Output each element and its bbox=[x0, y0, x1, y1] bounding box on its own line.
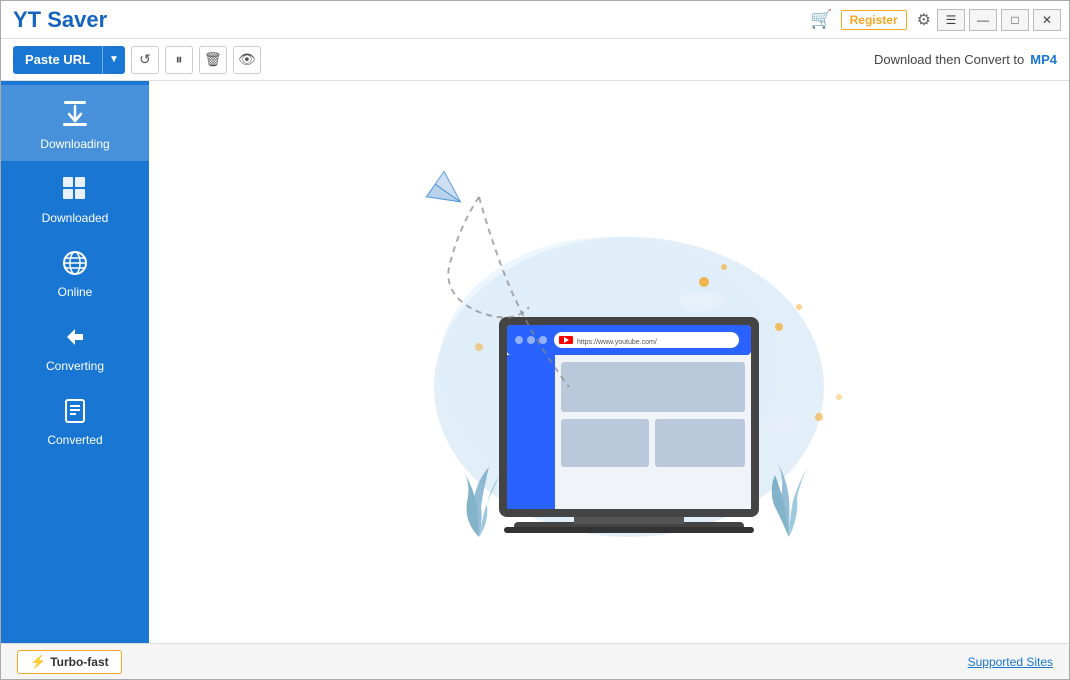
hamburger-button[interactable]: ☰ bbox=[937, 9, 965, 31]
maximize-button[interactable]: □ bbox=[1001, 9, 1029, 31]
converted-icon bbox=[61, 397, 89, 429]
title-bar-left: YT Saver bbox=[9, 7, 107, 33]
refresh-button[interactable]: ↺ bbox=[131, 46, 159, 74]
illustration: https://www.youtube.com/ bbox=[349, 147, 869, 577]
sidebar-label-converted: Converted bbox=[47, 433, 102, 447]
sidebar-item-converting[interactable]: Converting bbox=[1, 309, 149, 383]
content-area: https://www.youtube.com/ bbox=[149, 81, 1069, 643]
sidebar-item-downloading[interactable]: Downloading bbox=[1, 85, 149, 161]
bottom-bar: ⚡ Turbo-fast Supported Sites bbox=[1, 643, 1069, 679]
paste-url-label: Paste URL bbox=[13, 46, 103, 74]
title-bar: YT Saver 🛒 Register ⚙ ☰ — □ ✕ bbox=[1, 1, 1069, 39]
settings-button[interactable]: ⚙ bbox=[917, 10, 931, 30]
converting-icon bbox=[61, 323, 89, 355]
toolbar-right: Download then Convert to MP4 bbox=[874, 52, 1057, 67]
sidebar-label-downloaded: Downloaded bbox=[42, 211, 109, 225]
paste-url-dropdown-arrow: ▼ bbox=[103, 46, 125, 74]
app-title: YT Saver bbox=[9, 7, 107, 33]
title-bar-right: 🛒 Register ⚙ ☰ — □ ✕ bbox=[810, 9, 1061, 31]
sidebar-label-converting: Converting bbox=[46, 359, 104, 373]
mp4-format-link[interactable]: MP4 bbox=[1030, 52, 1057, 67]
minimize-button[interactable]: — bbox=[969, 9, 997, 31]
paste-url-button[interactable]: Paste URL ▼ bbox=[13, 46, 125, 74]
cart-button[interactable]: 🛒 bbox=[810, 9, 832, 30]
sidebar: Downloading Downloaded bbox=[1, 81, 149, 643]
app-window: YT Saver 🛒 Register ⚙ ☰ — □ ✕ Paste URL … bbox=[0, 0, 1070, 680]
sidebar-label-downloading: Downloading bbox=[40, 137, 109, 151]
supported-sites-link[interactable]: Supported Sites bbox=[968, 655, 1053, 669]
register-button[interactable]: Register bbox=[841, 10, 907, 30]
toolbar: Paste URL ▼ ↺ ⏸ 🗑 👁 Download then Conver… bbox=[1, 39, 1069, 81]
online-icon bbox=[61, 249, 89, 281]
sidebar-item-converted[interactable]: Converted bbox=[1, 383, 149, 457]
main-layout: Downloading Downloaded bbox=[1, 81, 1069, 643]
pause-button[interactable]: ⏸ bbox=[165, 46, 193, 74]
close-button[interactable]: ✕ bbox=[1033, 9, 1061, 31]
sidebar-label-online: Online bbox=[58, 285, 93, 299]
svg-text:https://www.youtube.com/: https://www.youtube.com/ bbox=[577, 339, 657, 346]
sidebar-item-downloaded[interactable]: Downloaded bbox=[1, 161, 149, 235]
downloaded-icon bbox=[61, 175, 89, 207]
downloading-icon bbox=[60, 99, 90, 133]
eye-button[interactable]: 👁 bbox=[233, 46, 261, 74]
delete-button[interactable]: 🗑 bbox=[199, 46, 227, 74]
turbo-icon: ⚡ bbox=[30, 654, 46, 670]
sidebar-item-online[interactable]: Online bbox=[1, 235, 149, 309]
convert-text: Download then Convert to bbox=[874, 52, 1024, 67]
turbo-label: Turbo-fast bbox=[50, 655, 108, 669]
toolbar-left: Paste URL ▼ ↺ ⏸ 🗑 👁 bbox=[13, 46, 261, 74]
turbo-fast-button[interactable]: ⚡ Turbo-fast bbox=[17, 650, 122, 674]
